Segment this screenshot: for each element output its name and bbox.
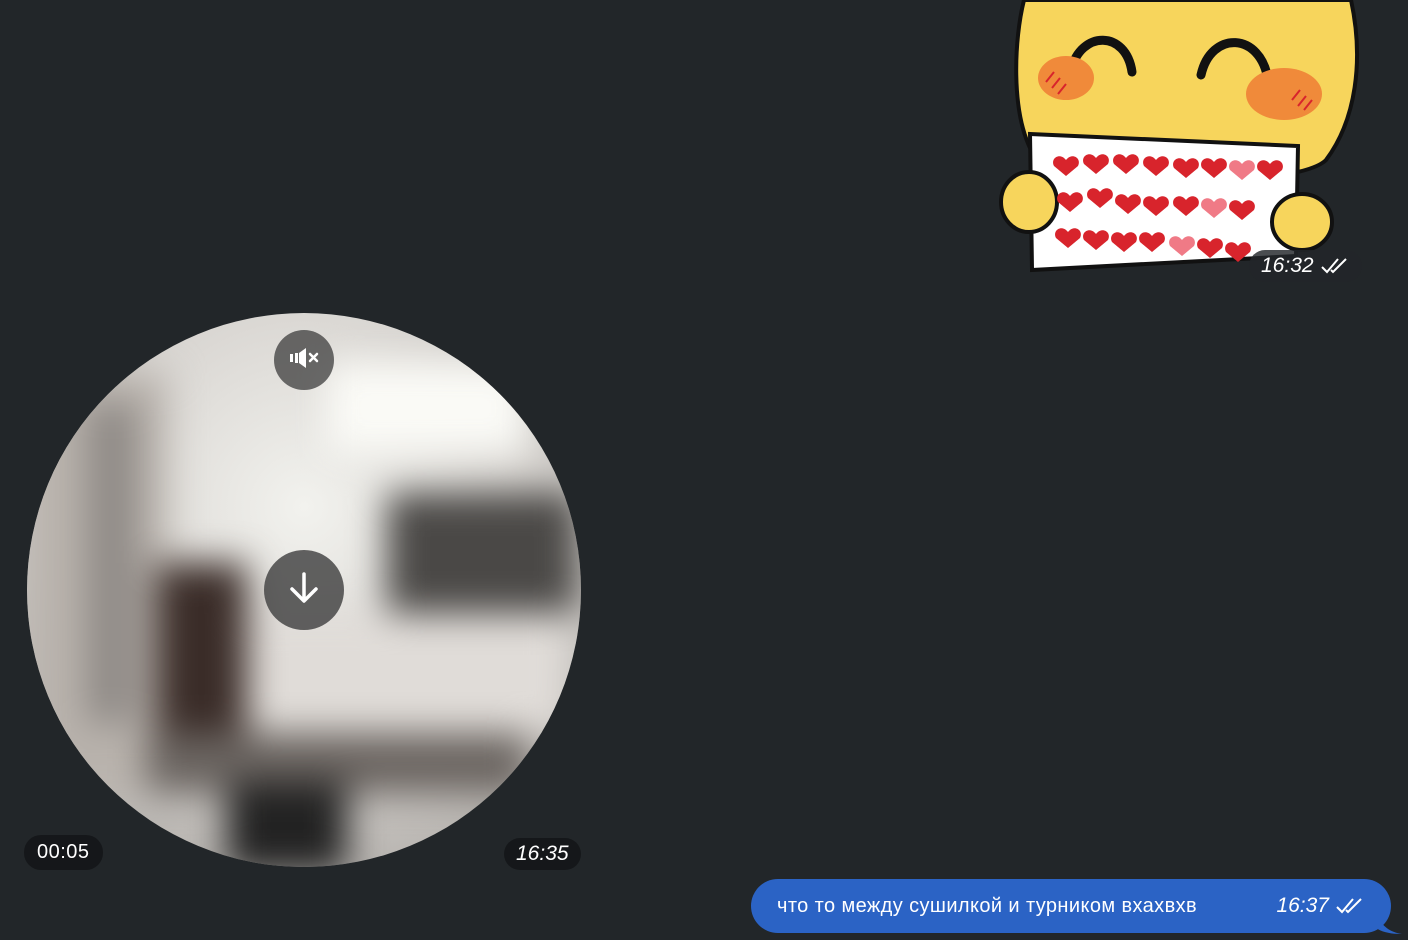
message-timestamp: 16:37: [1276, 894, 1365, 918]
outgoing-text-message[interactable]: что то между сушилкой и турником вхахвхв…: [751, 879, 1391, 933]
download-button[interactable]: [264, 550, 344, 630]
chat-view: 16:32 00:05 16:35 что то между сушилкой …: [0, 0, 1408, 940]
sticker-timestamp: 16:32: [1249, 250, 1362, 282]
sticker-time-text: 16:32: [1261, 254, 1314, 277]
muted-speaker-icon: [288, 347, 320, 374]
download-arrow-icon: [286, 570, 322, 611]
message-time-text: 16:37: [1276, 894, 1329, 917]
video-time-text: 16:35: [516, 842, 569, 865]
sticker-message[interactable]: [996, 0, 1366, 285]
message-text: что то между сушилкой и турником вхахвхв: [777, 894, 1198, 917]
video-timestamp: 16:35: [504, 838, 581, 870]
double-check-icon: [1335, 897, 1365, 915]
smiley-holding-hearts-sticker: [999, 0, 1359, 273]
double-check-icon: [1320, 257, 1350, 275]
video-duration: 00:05: [24, 835, 103, 870]
mute-toggle-button[interactable]: [274, 330, 334, 390]
